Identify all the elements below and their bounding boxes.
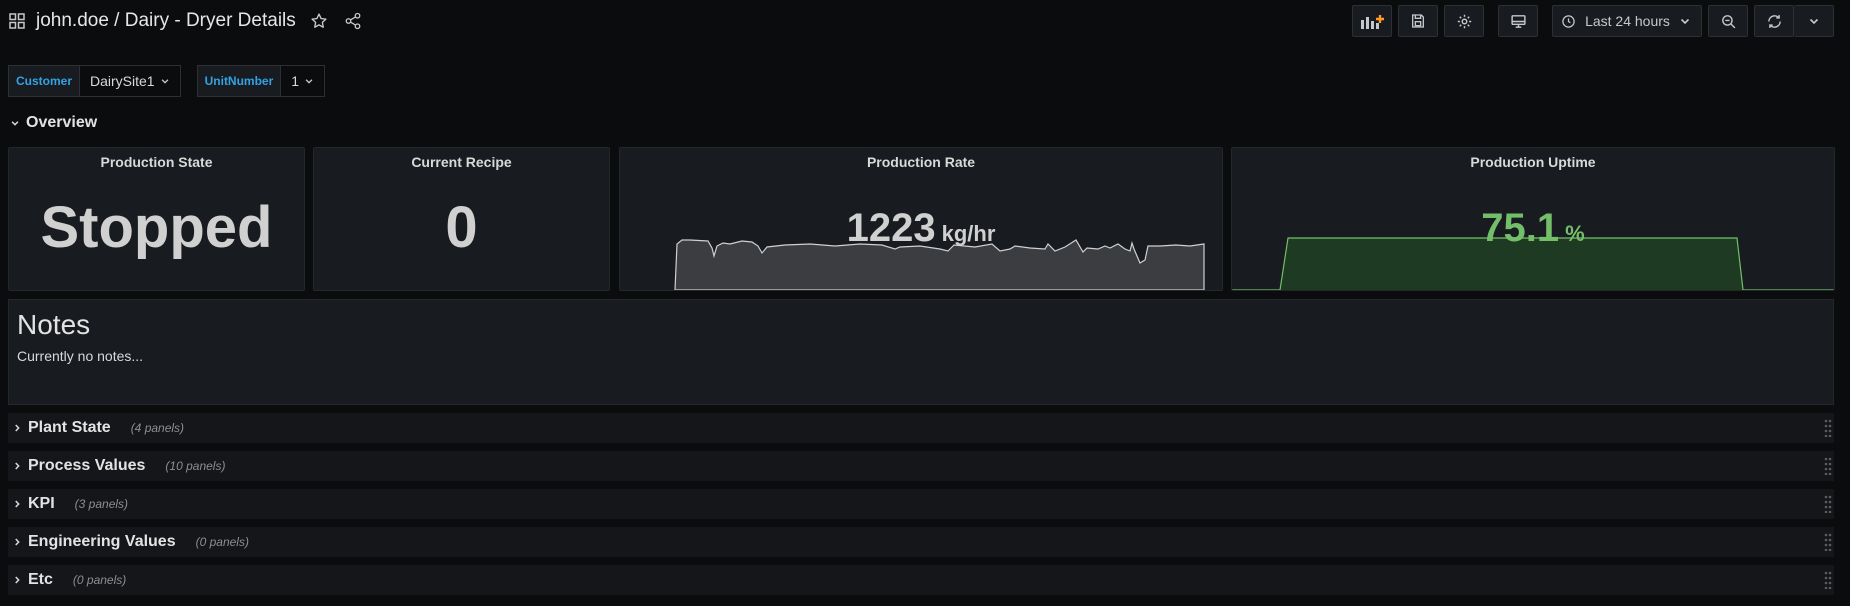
panel-title: Current Recipe — [411, 154, 512, 170]
add-panel-icon — [1359, 12, 1385, 30]
variable-label-customer: Customer — [8, 65, 81, 97]
top-navbar: john.doe / Dairy - Dryer Details Last 24… — [0, 0, 1850, 42]
row-panel-count: (4 panels) — [130, 421, 185, 435]
row-kpi: KPI (3 panels) — [8, 489, 1834, 519]
notes-panel[interactable]: Notes Currently no notes... — [8, 299, 1834, 405]
zoom-out-button[interactable] — [1708, 5, 1748, 37]
template-variables: Customer DairySite1 UnitNumber 1 — [8, 65, 341, 97]
save-icon — [1410, 13, 1426, 29]
chevron-down-icon — [304, 76, 314, 86]
drag-handle-icon[interactable] — [1824, 457, 1832, 475]
production-state-value: Stopped — [40, 195, 273, 260]
time-range-picker[interactable]: Last 24 hours — [1552, 5, 1702, 37]
row-name: Process Values — [28, 457, 146, 474]
drag-handle-icon[interactable] — [1824, 533, 1832, 551]
add-panel-button[interactable] — [1352, 5, 1392, 37]
row-panel-count: (10 panels) — [165, 459, 226, 473]
chevron-right-icon — [12, 423, 22, 433]
drag-handle-icon[interactable] — [1824, 571, 1832, 589]
production-rate-unit: kg/hr — [941, 221, 996, 246]
production-uptime-panel[interactable]: Production Uptime 75.1% — [1231, 147, 1835, 291]
row-panel-count: (0 panels) — [195, 535, 249, 549]
row-name: Overview — [26, 114, 98, 131]
star-icon[interactable] — [308, 10, 330, 32]
row-name: Engineering Values — [28, 533, 176, 550]
notes-heading: Notes — [17, 309, 91, 340]
current-recipe-panel[interactable]: Current Recipe 0 — [313, 147, 610, 291]
chevron-down-icon — [1808, 15, 1820, 27]
row-panel-count: (3 panels) — [74, 497, 129, 511]
zoom-out-icon — [1720, 13, 1737, 30]
chevron-down-icon — [10, 118, 20, 128]
gear-icon — [1456, 13, 1473, 30]
row-plant-state: Plant State (4 panels) — [8, 413, 1834, 443]
tv-mode-button[interactable] — [1498, 5, 1538, 37]
page-title[interactable]: john.doe / Dairy - Dryer Details — [36, 10, 296, 32]
row-toggle[interactable]: Plant State (4 panels) — [12, 419, 184, 437]
refresh-button-group — [1754, 5, 1834, 37]
row-toggle[interactable]: Etc (0 panels) — [12, 571, 126, 589]
row-name: KPI — [28, 495, 55, 512]
grid-icon[interactable] — [8, 12, 26, 30]
chevron-right-icon — [12, 575, 22, 585]
production-rate-panel[interactable]: Production Rate 1223 kg/hr — [619, 147, 1223, 291]
row-name: Plant State — [28, 419, 111, 436]
unitnumber-variable-value: 1 — [291, 73, 300, 89]
row-panel-count: (0 panels) — [72, 573, 127, 587]
row-name: Etc — [28, 571, 53, 588]
current-recipe-value: 0 — [445, 195, 478, 260]
chevron-right-icon — [12, 537, 22, 547]
refresh-interval-dropdown[interactable] — [1794, 5, 1834, 37]
chevron-right-icon — [12, 499, 22, 509]
drag-handle-icon[interactable] — [1824, 419, 1832, 437]
production-uptime-stat: 75.1% — [1232, 206, 1834, 251]
customer-variable-select[interactable]: DairySite1 — [80, 65, 181, 97]
save-dashboard-button[interactable] — [1398, 5, 1438, 37]
dashboard-settings-button[interactable] — [1444, 5, 1484, 37]
chevron-right-icon — [12, 461, 22, 471]
production-uptime-value: 75.1 — [1481, 206, 1560, 250]
refresh-button[interactable] — [1754, 5, 1794, 37]
drag-handle-icon[interactable] — [1824, 495, 1832, 513]
notes-text: Currently no notes... — [17, 348, 144, 364]
row-toggle[interactable]: Engineering Values (0 panels) — [12, 533, 249, 551]
row-toggle[interactable]: KPI (3 panels) — [12, 495, 128, 513]
chevron-down-icon — [1679, 15, 1691, 27]
tv-icon — [1510, 13, 1527, 30]
variable-label-unitnumber: UnitNumber — [196, 65, 282, 97]
production-rate-value: 1223 — [846, 206, 936, 250]
production-rate-stat: 1223 kg/hr — [620, 206, 1222, 251]
production-state-panel[interactable]: Production State Stopped — [8, 147, 305, 291]
row-engineering-values: Engineering Values (0 panels) — [8, 527, 1834, 557]
clock-icon — [1561, 14, 1576, 29]
unitnumber-variable-select[interactable]: 1 — [281, 65, 326, 97]
dashboard-title-area: john.doe / Dairy - Dryer Details — [8, 8, 364, 34]
production-uptime-unit: % — [1565, 221, 1585, 246]
time-range-label: Last 24 hours — [1585, 13, 1670, 29]
share-icon[interactable] — [342, 10, 364, 32]
panel-title: Production State — [100, 154, 213, 170]
row-process-values: Process Values (10 panels) — [8, 451, 1834, 481]
chevron-down-icon — [160, 76, 170, 86]
row-toggle[interactable]: Process Values (10 panels) — [12, 457, 225, 475]
row-title-overview[interactable]: Overview — [10, 114, 97, 132]
customer-variable-value: DairySite1 — [90, 73, 155, 89]
row-etc: Etc (0 panels) — [8, 565, 1834, 595]
refresh-icon — [1766, 13, 1783, 30]
dashboard-toolbar: Last 24 hours — [1346, 4, 1834, 38]
